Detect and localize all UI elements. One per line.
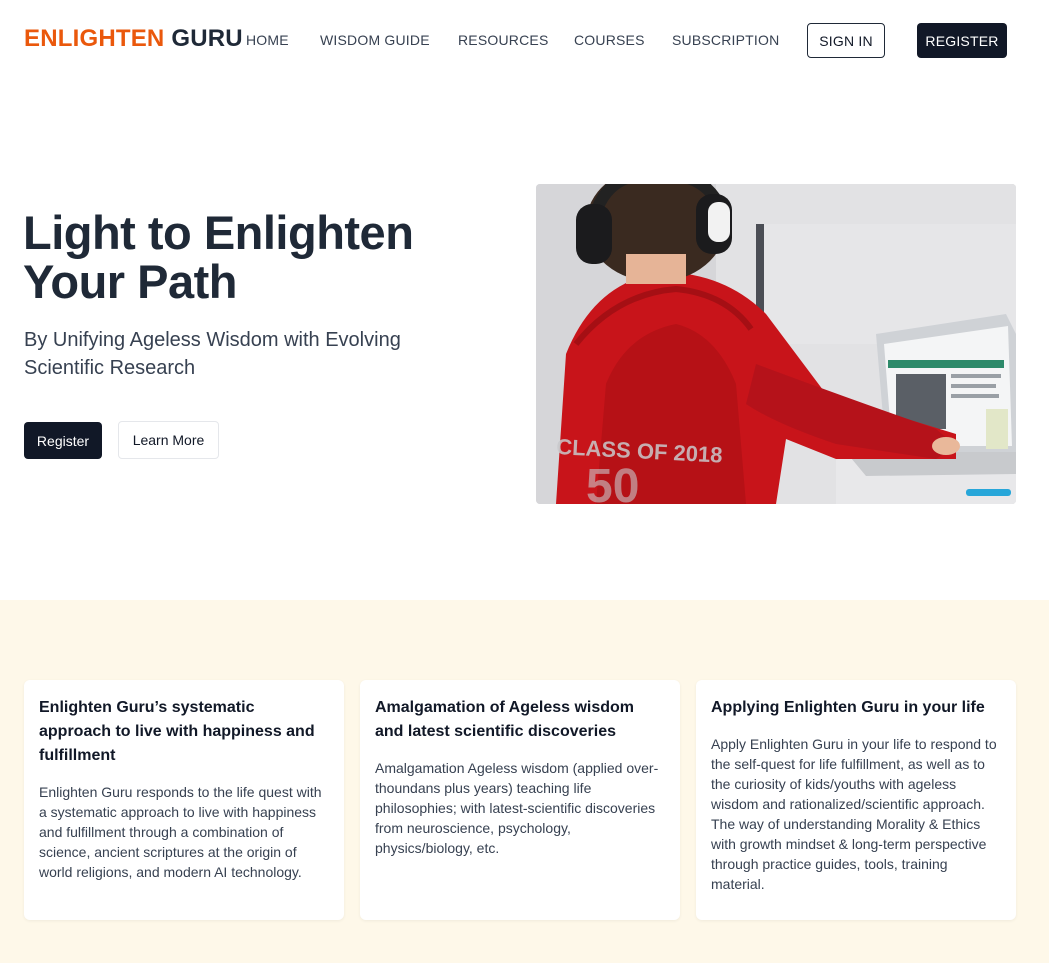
feature-card-applying: Applying Enlighten Guru in your life App…	[696, 680, 1016, 920]
feature-card-title: Applying Enlighten Guru in your life	[711, 699, 985, 716]
feature-card-body: Enlighten Guru responds to the life ques…	[39, 784, 322, 880]
hero-subtitle: By Unifying Ageless Wisdom with Evolving…	[24, 329, 401, 379]
logo-text-enlighten: ENLIGHTEN	[24, 25, 165, 52]
nav-item-home[interactable]: HOME	[246, 31, 289, 49]
nav-item-resources[interactable]: RESOURCES	[458, 31, 548, 49]
header-register-button[interactable]: REGISTER	[917, 23, 1007, 58]
hero-title: Light to Enlighten Your Path	[23, 206, 414, 308]
feature-card-title: Amalgamation of Ageless wisdom and lates…	[375, 699, 635, 740]
nav-item-wisdom-guide[interactable]: WISDOM GUIDE	[320, 31, 430, 49]
feature-card-amalgamation: Amalgamation of Ageless wisdom and lates…	[360, 680, 680, 920]
svg-text:50: 50	[586, 460, 639, 504]
nav-item-courses[interactable]: COURSES	[574, 31, 645, 49]
learn-more-button[interactable]: Learn More	[118, 421, 219, 459]
nav-item-subscription[interactable]: SUBSCRIPTION	[672, 31, 779, 49]
feature-card-systematic-approach: Enlighten Guru’s systematic approach to …	[24, 680, 344, 920]
sign-in-button[interactable]: SIGN IN	[807, 23, 885, 58]
hero-image: CLASS OF 2018 50	[536, 184, 1016, 504]
hero-register-button[interactable]: Register	[24, 422, 102, 459]
feature-card-body: Amalgamation Ageless wisdom (applied ove…	[375, 760, 659, 856]
site-logo[interactable]: ENLIGHTEN GURU	[24, 24, 243, 54]
logo-text-guru: GURU	[171, 25, 243, 52]
features-section: Enlighten Guru’s systematic approach to …	[0, 600, 1049, 963]
feature-card-body: Apply Enlighten Guru in your life to res…	[711, 736, 997, 892]
site-header: ENLIGHTEN GURU HOME WISDOM GUIDE RESOURC…	[0, 0, 1049, 80]
feature-card-title: Enlighten Guru’s systematic approach to …	[39, 699, 315, 764]
